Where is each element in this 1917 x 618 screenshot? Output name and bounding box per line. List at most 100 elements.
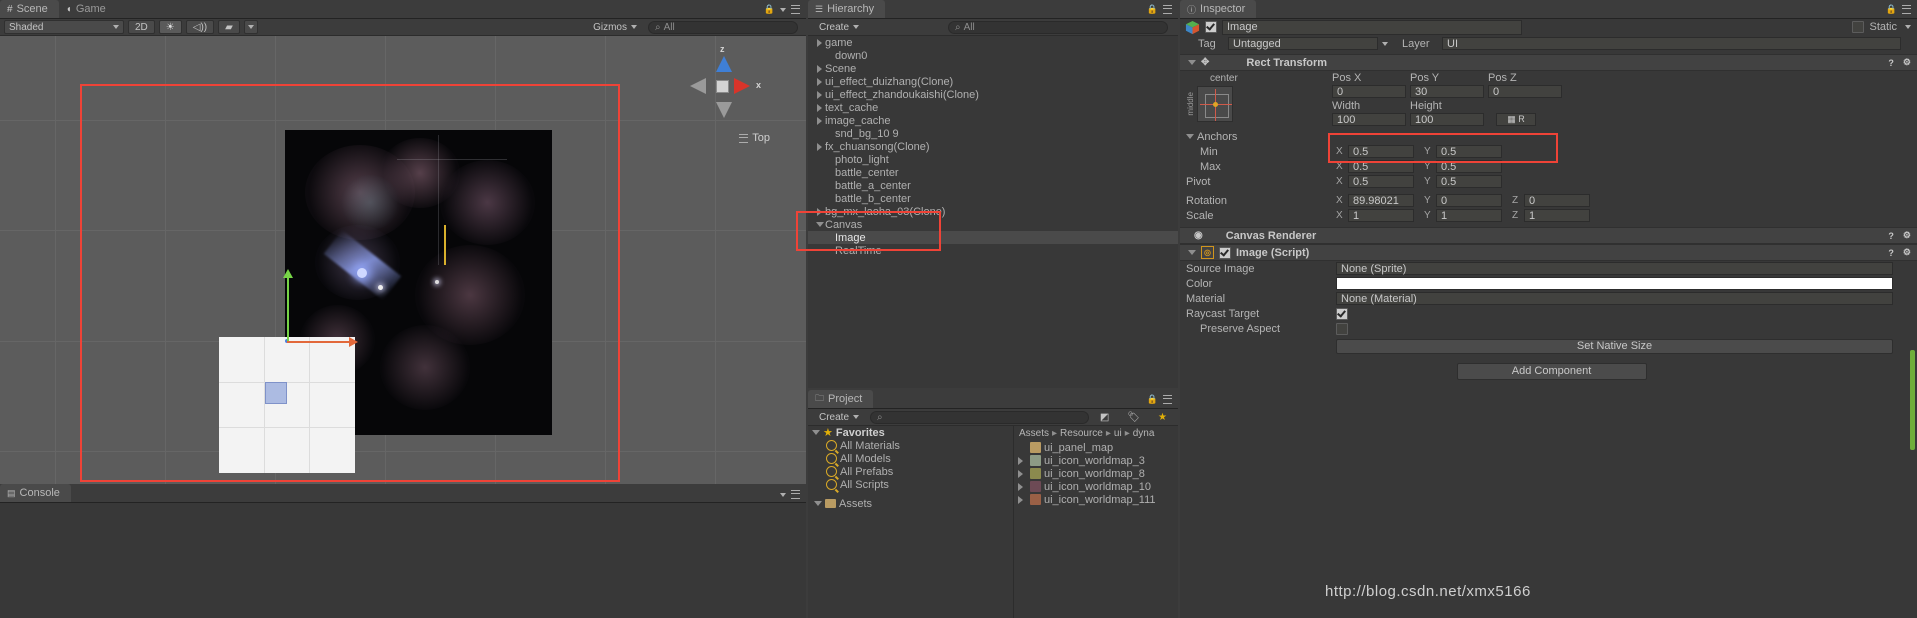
chevron-down-icon[interactable] xyxy=(780,492,786,497)
lock-icon[interactable]: 🔒 xyxy=(1147,4,1158,15)
scale-x-input[interactable]: 1 xyxy=(1348,209,1414,222)
set-native-size-button[interactable]: Set Native Size xyxy=(1336,338,1893,354)
panel-menu-icon[interactable] xyxy=(791,490,800,499)
toggle-2d-button[interactable]: 2D xyxy=(128,20,155,34)
gameobject-enabled-checkbox[interactable] xyxy=(1205,21,1217,33)
breadcrumb-segment[interactable]: Assets xyxy=(1019,428,1049,439)
tab-game[interactable]: ◖ Game xyxy=(58,0,117,18)
chevron-right-icon[interactable] xyxy=(817,38,822,47)
material-object-field[interactable]: None (Material) xyxy=(1336,292,1893,305)
chevron-right-icon[interactable] xyxy=(817,90,822,99)
project-asset-list[interactable]: Assets ▸ Resource ▸ ui ▸ dyna ui_panel_map ui_i… xyxy=(1014,426,1178,618)
tab-project[interactable]: 🗀 Project xyxy=(808,390,874,408)
blueprint-raw-buttons[interactable]: ▦ R xyxy=(1496,113,1536,126)
chevron-right-icon[interactable] xyxy=(1018,482,1023,491)
chevron-right-icon[interactable] xyxy=(817,116,822,125)
inspector-scrollbar[interactable] xyxy=(1910,350,1915,450)
pos-z-input[interactable]: 0 xyxy=(1488,85,1562,98)
hierarchy-item[interactable]: down0 xyxy=(808,49,1178,62)
project-favorite-item[interactable]: All Models xyxy=(808,452,1013,465)
panel-menu-caret-icon[interactable] xyxy=(780,7,786,12)
lock-icon[interactable]: 🔒 xyxy=(1886,4,1897,15)
project-create-button[interactable]: Create xyxy=(812,410,866,424)
scene-view-orientation-label[interactable]: Top xyxy=(739,132,770,144)
scene-effects-dropdown[interactable] xyxy=(243,20,258,34)
breadcrumb-segment[interactable]: Resource xyxy=(1060,428,1103,439)
panel-menu-icon[interactable] xyxy=(1163,395,1172,404)
chevron-right-icon[interactable] xyxy=(817,64,822,73)
breadcrumb-segment[interactable]: ui xyxy=(1114,428,1122,439)
hierarchy-item[interactable]: photo_light xyxy=(808,153,1178,166)
tab-scene[interactable]: # Scene xyxy=(0,0,59,18)
project-favorite-item[interactable]: All Scripts xyxy=(808,478,1013,491)
panel-menu-icon[interactable] xyxy=(1163,5,1172,14)
gear-icon[interactable]: ⚙ xyxy=(1903,230,1911,241)
static-checkbox[interactable] xyxy=(1852,21,1865,33)
tab-console[interactable]: ▤ Console xyxy=(0,484,71,502)
help-icon[interactable]: ? xyxy=(1888,248,1894,258)
help-icon[interactable]: ? xyxy=(1888,58,1894,68)
project-filter-type-button[interactable]: ◩ xyxy=(1093,410,1116,424)
preserve-aspect-checkbox[interactable] xyxy=(1336,322,1348,335)
anchor-preset-button[interactable] xyxy=(1197,86,1233,122)
pivot-y-input[interactable]: 0.5 xyxy=(1436,175,1502,188)
project-favorite-button[interactable]: ★ xyxy=(1151,410,1174,424)
chevron-down-icon[interactable] xyxy=(1188,250,1196,255)
project-favorites-root[interactable]: ★ Favorites xyxy=(808,426,1013,439)
chevron-right-icon[interactable] xyxy=(1018,495,1023,504)
image-script-enabled-checkbox[interactable] xyxy=(1219,246,1231,259)
hierarchy-item[interactable]: text_cache xyxy=(808,101,1178,114)
panel-menu-icon[interactable] xyxy=(791,5,800,14)
hierarchy-item[interactable]: game xyxy=(808,36,1178,49)
pivot-x-input[interactable]: 0.5 xyxy=(1348,175,1414,188)
canvas-renderer-header[interactable]: ◉ Canvas Renderer ? ⚙ xyxy=(1180,227,1917,244)
hierarchy-item[interactable]: fx_chuansong(Clone) xyxy=(808,140,1178,153)
scene-audio-toggle[interactable]: ◁)) xyxy=(185,20,215,34)
rotation-y-input[interactable]: 0 xyxy=(1436,194,1502,207)
project-asset-row[interactable]: ui_panel_map xyxy=(1014,441,1178,454)
gear-icon[interactable]: ⚙ xyxy=(1903,247,1911,258)
breadcrumb-segment[interactable]: dyna xyxy=(1133,428,1155,439)
add-component-button[interactable]: Add Component xyxy=(1456,362,1647,380)
scale-y-input[interactable]: 1 xyxy=(1436,209,1502,222)
color-swatch-field[interactable] xyxy=(1336,277,1893,290)
tab-inspector[interactable]: ⓘ Inspector xyxy=(1180,0,1257,18)
hierarchy-create-button[interactable]: Create xyxy=(812,20,866,34)
rotation-x-input[interactable]: 89.98021 xyxy=(1348,194,1414,207)
project-asset-row[interactable]: ui_icon_worldmap_8 xyxy=(1014,467,1178,480)
layer-dropdown[interactable]: UI xyxy=(1442,37,1901,50)
project-asset-row[interactable]: ui_icon_worldmap_3 xyxy=(1014,454,1178,467)
chevron-right-icon[interactable] xyxy=(817,103,822,112)
panel-menu-icon[interactable] xyxy=(1902,5,1911,14)
hierarchy-item[interactable]: battle_b_center xyxy=(808,192,1178,205)
rect-transform-header[interactable]: ✥ Rect Transform ? ⚙ xyxy=(1180,54,1917,71)
hierarchy-item[interactable]: Scene xyxy=(808,62,1178,75)
project-search-input[interactable]: ⌕ xyxy=(870,410,1089,424)
project-favorites-tree[interactable]: ★ Favorites All Materials All Models All P… xyxy=(808,426,1014,618)
chevron-right-icon[interactable] xyxy=(1018,469,1023,478)
pos-x-input[interactable]: 0 xyxy=(1332,85,1406,98)
scale-z-input[interactable]: 1 xyxy=(1524,209,1590,222)
chevron-down-icon[interactable] xyxy=(1188,60,1196,65)
project-asset-row[interactable]: ui_icon_worldmap_10 xyxy=(1014,480,1178,493)
pos-y-input[interactable]: 30 xyxy=(1410,85,1484,98)
scene-effects-toggle[interactable]: ▰ xyxy=(218,20,240,34)
hierarchy-item[interactable]: ui_effect_zhandoukaishi(Clone) xyxy=(808,88,1178,101)
lock-icon[interactable]: 🔒 xyxy=(764,4,775,15)
hierarchy-item[interactable]: ui_effect_duizhang(Clone) xyxy=(808,75,1178,88)
hierarchy-item[interactable]: battle_a_center xyxy=(808,179,1178,192)
rotation-z-input[interactable]: 0 xyxy=(1524,194,1590,207)
source-image-object-field[interactable]: None (Sprite) xyxy=(1336,262,1893,275)
image-script-header[interactable]: ◎ Image (Script) ? ⚙ xyxy=(1180,244,1917,261)
gear-icon[interactable]: ⚙ xyxy=(1903,57,1911,68)
width-input[interactable]: 100 xyxy=(1332,113,1406,126)
hierarchy-item[interactable]: battle_center xyxy=(808,166,1178,179)
gizmos-dropdown[interactable]: Gizmos xyxy=(586,20,644,34)
raycast-target-checkbox[interactable] xyxy=(1336,307,1348,320)
chevron-right-icon[interactable] xyxy=(1018,456,1023,465)
static-dropdown-caret-icon[interactable] xyxy=(1905,25,1911,29)
project-breadcrumb[interactable]: Assets ▸ Resource ▸ ui ▸ dyna xyxy=(1014,426,1178,441)
hierarchy-search-input[interactable]: ⌕ All xyxy=(948,20,1168,34)
project-favorite-item[interactable]: All Materials xyxy=(808,439,1013,452)
scene-search-input[interactable]: ⌕ All xyxy=(648,20,798,34)
